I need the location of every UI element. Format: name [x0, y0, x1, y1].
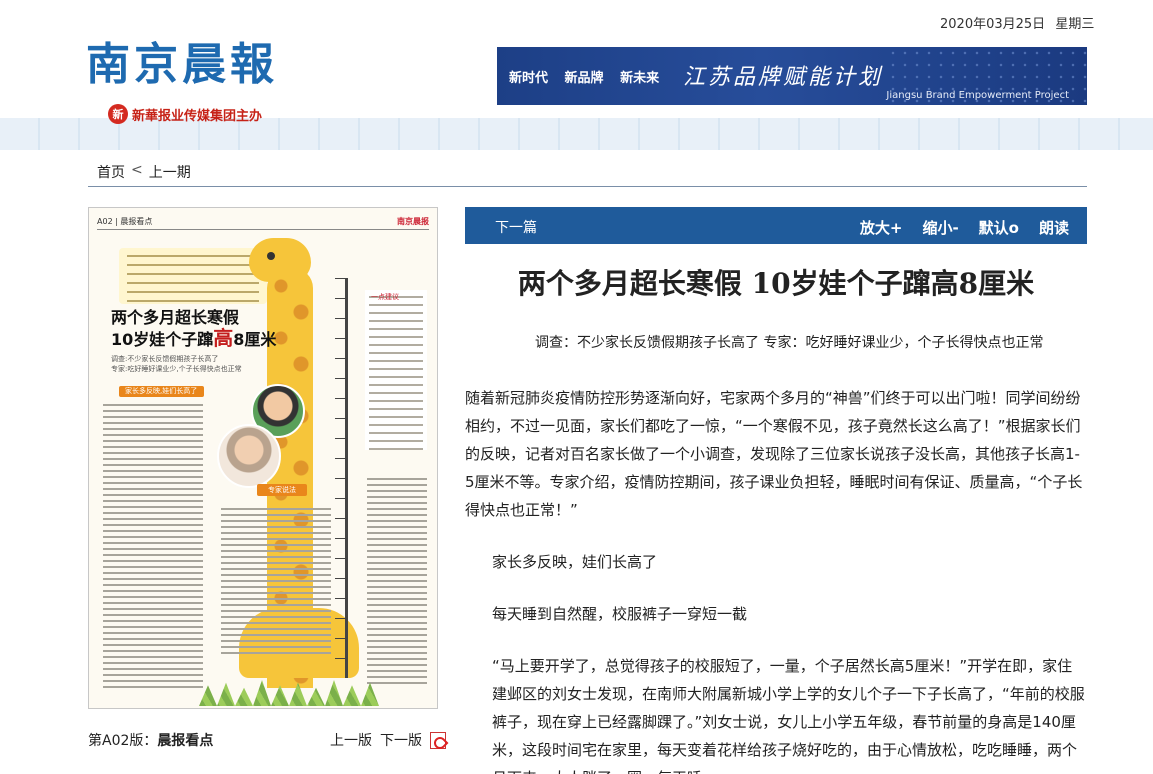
read-aloud-button[interactable]: 朗读: [1039, 217, 1069, 238]
page-image-side-label: 一点建议: [371, 293, 399, 301]
issue-weekday: 星期三: [1055, 17, 1095, 32]
ad-banner[interactable]: 新时代 新品牌 新未来 江苏品牌赋能计划 Jiangsu Brand Empow…: [497, 47, 1087, 105]
page-image-section: A02 | 晨报看点: [97, 217, 153, 226]
article-toolbar: 下一篇 放大+ 缩小- 默认o 朗读: [465, 207, 1087, 244]
page-image-intro-box: [119, 248, 267, 304]
newspaper-page-image[interactable]: A02 | 晨报看点 南京晨报 一点建议 两个多月超长寒假 10岁娃个子蹿高8厘…: [88, 207, 438, 709]
article-paragraph: “马上要开学了，总觉得孩子的校服短了，一量，个子居然长高5厘米！”开学在即，家住…: [492, 657, 1085, 774]
page-section-name[interactable]: 晨报看点: [157, 733, 213, 749]
sponsor-line: 新 新華报业传媒集团主办: [108, 104, 262, 124]
zoom-in-button[interactable]: 放大+: [860, 217, 903, 238]
page-image-text-column: [221, 508, 331, 658]
page-image-paper-name: 南京晨报: [397, 216, 429, 226]
prev-page-link[interactable]: 上一版: [330, 730, 372, 750]
banner-slogans: 新时代 新品牌 新未来: [509, 67, 671, 86]
site-header: 南京晨報 新 新華报业传媒集团主办 2020年03月25日 星期三 新时代 新品…: [0, 0, 1153, 150]
page-image-title-line2: 10岁娃个子蹿高8厘米: [111, 326, 277, 350]
breadcrumb-divider: [88, 186, 1087, 187]
article-subheading: 每天睡到自然醒，校服裤子一穿短一截: [492, 605, 748, 623]
page-image-text-column: [367, 478, 427, 688]
reading-tools: 放大+ 缩小- 默认o 朗读: [860, 217, 1069, 238]
photo-girl-image: [217, 424, 281, 488]
height-ruler-illustration: [345, 278, 348, 678]
page-label: 第A02版：晨报看点: [88, 730, 213, 750]
height-ruler-ticks: [335, 278, 345, 678]
article-subheading: 家长多反映，娃们长高了: [492, 553, 658, 571]
page-number-label: 第A02版：: [88, 733, 158, 749]
issue-date: 2020年03月25日: [940, 17, 1046, 32]
giraffe-eye-illustration: [267, 252, 275, 260]
page-image-title: 两个多月超长寒假 10岁娃个子蹿高8厘米: [111, 308, 276, 350]
banner-title: 江苏品牌赋能计划: [683, 65, 884, 90]
article-subtitle: 调查：不少家长反馈假期孩子长高了 专家：吃好睡好课业少，个子长得快点也正常: [535, 335, 1044, 351]
banner-slogan: 新品牌: [564, 71, 604, 86]
masthead-logo[interactable]: 南京晨報: [86, 28, 278, 92]
default-size-button[interactable]: 默认o: [979, 217, 1019, 238]
breadcrumb-home[interactable]: 首页: [97, 162, 125, 182]
breadcrumb-prev-issue[interactable]: 上一期: [149, 162, 191, 182]
page-navigation: 上一版 下一版: [330, 730, 446, 750]
article-paragraph: 随着新冠肺炎疫情防控形势逐渐向好，宅家两个多月的“神兽”们终于可以出门啦！同学间…: [465, 389, 1083, 519]
banner-subtitle: Jiangsu Brand Empowerment Project: [886, 90, 1069, 101]
breadcrumb-separator: <: [131, 162, 143, 178]
page-image-title-line1: 两个多月超长寒假: [111, 308, 240, 327]
page-image-header: A02 | 晨报看点 南京晨报: [97, 216, 429, 230]
page-image-expert-tag: 专家说法: [257, 484, 307, 496]
banner-slogan: 新未来: [620, 71, 660, 86]
next-page-link[interactable]: 下一版: [380, 730, 422, 750]
breadcrumb: 首页 < 上一期: [97, 162, 191, 182]
banner-slogan: 新时代: [509, 71, 549, 86]
next-article-link[interactable]: 下一篇: [495, 217, 537, 237]
zoom-out-button[interactable]: 缩小-: [922, 217, 958, 238]
page-image-side-column: [365, 290, 427, 450]
date-line: 2020年03月25日 星期三: [940, 13, 1094, 32]
pdf-download-icon[interactable]: [430, 731, 446, 749]
xinhua-logo-icon: 新: [108, 104, 128, 124]
article-body: 随着新冠肺炎疫情防控形势逐渐向好，宅家两个多月的“神兽”们终于可以出门啦！同学间…: [465, 384, 1087, 774]
page-image-subtitle: 调查:不少家长反馈假期孩子长高了 专家:吃好睡好课业少,个子长得快点也正常: [111, 355, 242, 373]
sponsor-text: 新華报业传媒集团主办: [132, 108, 263, 124]
article-title: 两个多月超长寒假 10岁娃个子蹿高8厘米: [517, 267, 1035, 300]
page-image-section-tag: 家长多反映,娃们长高了: [119, 386, 204, 397]
page-image-text-column: [103, 404, 203, 692]
